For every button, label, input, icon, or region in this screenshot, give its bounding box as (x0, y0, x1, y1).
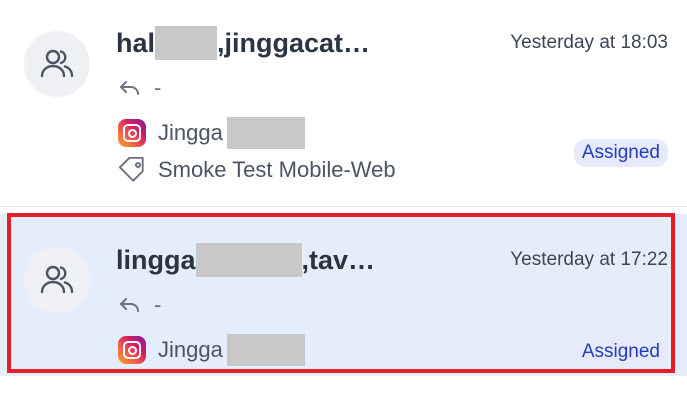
reply-arrow-icon (120, 298, 139, 312)
last-message-text: - (154, 75, 162, 100)
conversation-time: Yesterday at 17:22 (510, 249, 668, 270)
title-prefix: lingga (116, 244, 196, 275)
tag-label: Smoke Test Mobile-Web (158, 157, 396, 182)
channel-info: Jingga (118, 117, 305, 149)
group-users-icon (24, 247, 90, 313)
title-prefix: hal (116, 27, 156, 58)
channel-name: Jingga (158, 120, 223, 145)
conversation-time: Yesterday at 18:03 (510, 32, 668, 53)
title-suffix: ,tav… (301, 244, 376, 275)
instagram-icon (118, 119, 146, 147)
conversation-title: lingga ,tav… (116, 243, 375, 277)
channel-name: Jingga (158, 337, 223, 362)
last-message-text: - (154, 292, 162, 317)
status-badge: Assigned (573, 139, 668, 167)
last-message: - (118, 75, 161, 101)
tag-icon (118, 157, 144, 182)
status-badge: Assigned (573, 338, 668, 366)
redacted-text (195, 243, 302, 277)
redacted-text (226, 117, 305, 149)
channel-info: Jingga (118, 334, 305, 366)
group-users-icon (24, 31, 90, 97)
conversation-title: hal ,jinggacat… (116, 26, 370, 60)
conversation-item-selected[interactable]: lingga ,tav… Yesterday at 17:22 - Jingga… (0, 214, 687, 376)
redacted-text (155, 26, 218, 60)
instagram-icon (118, 336, 146, 364)
last-message: - (118, 292, 161, 318)
conversation-item[interactable]: hal ,jinggacat… Yesterday at 18:03 - Jin… (0, 0, 687, 207)
title-suffix: ,jinggacat… (217, 27, 371, 58)
conversation-tag: Smoke Test Mobile-Web (118, 157, 396, 183)
reply-arrow-icon (120, 81, 139, 95)
redacted-text (226, 334, 305, 366)
